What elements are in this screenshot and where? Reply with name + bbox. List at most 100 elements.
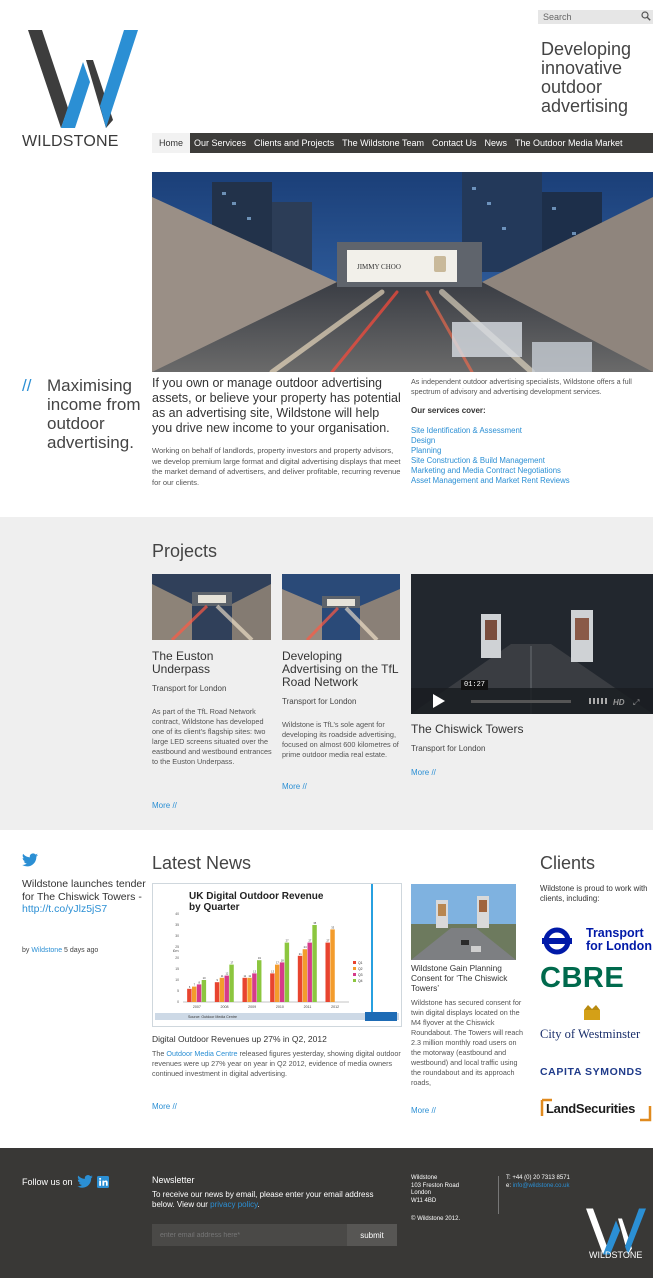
service-link[interactable]: Planning xyxy=(411,446,653,456)
service-link[interactable]: Design xyxy=(411,436,653,446)
chart-data-label: 13 xyxy=(253,969,256,973)
tweet-body: Wildstone launches tender for The Chiswi… xyxy=(22,878,146,903)
client-logo-capita-symonds[interactable]: CAPITA SYMONDS xyxy=(540,1066,642,1078)
project-thumb-euston[interactable] xyxy=(152,574,271,640)
project-title[interactable]: The Chiswick Towers xyxy=(411,723,611,736)
chart-legend-label: Q3 xyxy=(358,973,363,977)
service-link[interactable]: Marketing and Media Contract Negotiation… xyxy=(411,466,653,476)
chart-data-label: 7 xyxy=(194,983,196,987)
chart-bar xyxy=(307,942,312,1002)
intro-lead: If you own or manage outdoor advertising… xyxy=(152,376,401,435)
nav-our-services[interactable]: Our Services xyxy=(190,133,250,153)
email-label: e: xyxy=(506,1182,512,1189)
services-list: Site Identification & Assessment Design … xyxy=(411,426,653,486)
search-input[interactable]: Search xyxy=(538,10,653,24)
more-link[interactable]: More // xyxy=(152,1102,177,1111)
chart-bar xyxy=(302,949,308,1002)
nav-outdoor-media-market[interactable]: The Outdoor Media Market xyxy=(511,133,627,153)
project-thumb-tfl[interactable] xyxy=(282,574,400,640)
newsletter-email-input[interactable] xyxy=(152,1224,347,1246)
chart-x-tick: 2008 xyxy=(221,1005,229,1009)
nav-home[interactable]: Home xyxy=(152,133,191,153)
more-link[interactable]: More // xyxy=(411,768,436,777)
more-link[interactable]: More // xyxy=(411,1106,436,1115)
intro-body: Working on behalf of landlords, property… xyxy=(152,446,401,487)
tweet-by: by xyxy=(22,947,30,954)
chart-data-label: 24 xyxy=(304,945,307,949)
news-chart-image[interactable]: UK Digital Outdoor Revenue by Quarter £m … xyxy=(152,883,402,1027)
chart-data-label: 13 xyxy=(271,969,274,973)
logo-wordmark: WILDSTONE xyxy=(22,133,119,150)
chart-legend-swatch xyxy=(353,979,356,982)
project-title[interactable]: Developing Advertising on the TfL Road N… xyxy=(282,650,402,689)
news-chiswick-image[interactable] xyxy=(411,884,516,960)
quote-text: Maximising income from outdoor advertisi… xyxy=(47,376,141,452)
footer-email-link[interactable]: info@wildstone.co.uk xyxy=(513,1183,570,1189)
chart-data-label: 9 xyxy=(217,978,219,982)
billboard-text: JIMMY CHOO xyxy=(357,263,401,271)
newsletter-submit-button[interactable]: submit xyxy=(347,1224,397,1246)
news-article-title[interactable]: Wildstone Gain Planning Consent for ‘The… xyxy=(411,963,521,993)
chart-bar xyxy=(187,988,192,1002)
chart-source-logo xyxy=(365,1012,397,1021)
hd-label: HD xyxy=(613,698,625,707)
nav-news[interactable]: News xyxy=(480,133,511,153)
tweet-link[interactable]: http://t.co/yJlz5jS7 xyxy=(22,903,107,915)
chart-data-label: 18 xyxy=(281,958,284,962)
chart-x-tick: 2011 xyxy=(304,1005,312,1009)
service-link[interactable]: Site Construction & Build Management xyxy=(411,456,653,466)
chart-bar xyxy=(330,929,335,1002)
privacy-policy-link[interactable]: privacy policy xyxy=(210,1200,257,1209)
linkedin-icon[interactable] xyxy=(96,1175,109,1188)
projects-title: Projects xyxy=(152,541,218,561)
nav-clients-and-projects[interactable]: Clients and Projects xyxy=(250,133,338,153)
footer-divider xyxy=(498,1176,499,1214)
tweet-text: Wildstone launches tender for The Chiswi… xyxy=(22,878,147,916)
newsletter-text-part: To receive our news by email, please ent… xyxy=(152,1190,374,1209)
chart-x-tick: 2009 xyxy=(248,1005,256,1009)
service-link[interactable]: Site Identification & Assessment xyxy=(411,426,653,436)
nav-contact-us[interactable]: Contact Us xyxy=(428,133,481,153)
chart-data-label: 27 xyxy=(286,939,289,943)
chart-y-tick: 30 xyxy=(175,934,179,938)
service-link[interactable]: Asset Management and Market Rent Reviews xyxy=(411,476,653,486)
chart-legend-label: Q1 xyxy=(358,961,363,965)
news-article-text: Wildstone has secured consent for twin d… xyxy=(411,998,524,1087)
client-logo-tfl[interactable]: Transport for London xyxy=(540,925,653,957)
news-article-title[interactable]: Digital Outdoor Revenues up 27% in Q2, 2… xyxy=(152,1034,327,1044)
chart-bar xyxy=(284,942,290,1002)
nav-wildstone-team[interactable]: The Wildstone Team xyxy=(338,133,428,153)
project-text: As part of the TfL Road Network contract… xyxy=(152,707,272,766)
chart-bar xyxy=(219,977,225,1002)
client-logo-cbre[interactable]: CBRE xyxy=(540,962,624,995)
project-title[interactable]: The Euston Underpass xyxy=(152,650,272,676)
outdoor-media-centre-link[interactable]: Outdoor Media Centre xyxy=(166,1049,237,1058)
chart-data-label: 11 xyxy=(221,974,224,978)
revenue-chart: UK Digital Outdoor Revenue by Quarter £m … xyxy=(155,884,399,1021)
client-logo-westminster[interactable]: City of Westminster xyxy=(540,1004,653,1046)
chart-title: UK Digital Outdoor Revenue by Quarter xyxy=(189,891,324,913)
chart-data-label: 6 xyxy=(189,985,191,989)
search-placeholder: Search xyxy=(543,12,572,22)
video-time: 01:27 xyxy=(461,680,489,690)
quote-slashes: // xyxy=(22,376,32,395)
chart-y-tick: 5 xyxy=(177,989,179,993)
more-link[interactable]: More // xyxy=(282,782,307,791)
follow-label: Follow us on xyxy=(22,1176,73,1187)
chart-data-label: 8 xyxy=(199,980,201,984)
land-securities-logo-text: LandSecurities xyxy=(546,1101,635,1116)
chart-bar xyxy=(312,925,317,1002)
tweet-author[interactable]: Wildstone xyxy=(31,947,62,954)
twitter-icon[interactable] xyxy=(76,1175,93,1188)
video-controls: HD ⤢ xyxy=(433,694,639,708)
client-logo-land-securities[interactable]: LandSecurities xyxy=(540,1096,653,1124)
twitter-bird-icon[interactable] xyxy=(22,853,38,867)
main-nav: Home Our Services Clients and Projects T… xyxy=(152,133,653,153)
search-icon[interactable] xyxy=(641,11,651,21)
chart-title-line: by Quarter xyxy=(189,902,240,913)
video-player[interactable]: HD ⤢ 01:27 xyxy=(411,574,653,714)
chart-data-label: 35 xyxy=(313,921,316,925)
newsletter-text-part: . xyxy=(257,1200,260,1209)
more-link[interactable]: More // xyxy=(152,801,177,810)
chart-bar xyxy=(224,975,229,1002)
